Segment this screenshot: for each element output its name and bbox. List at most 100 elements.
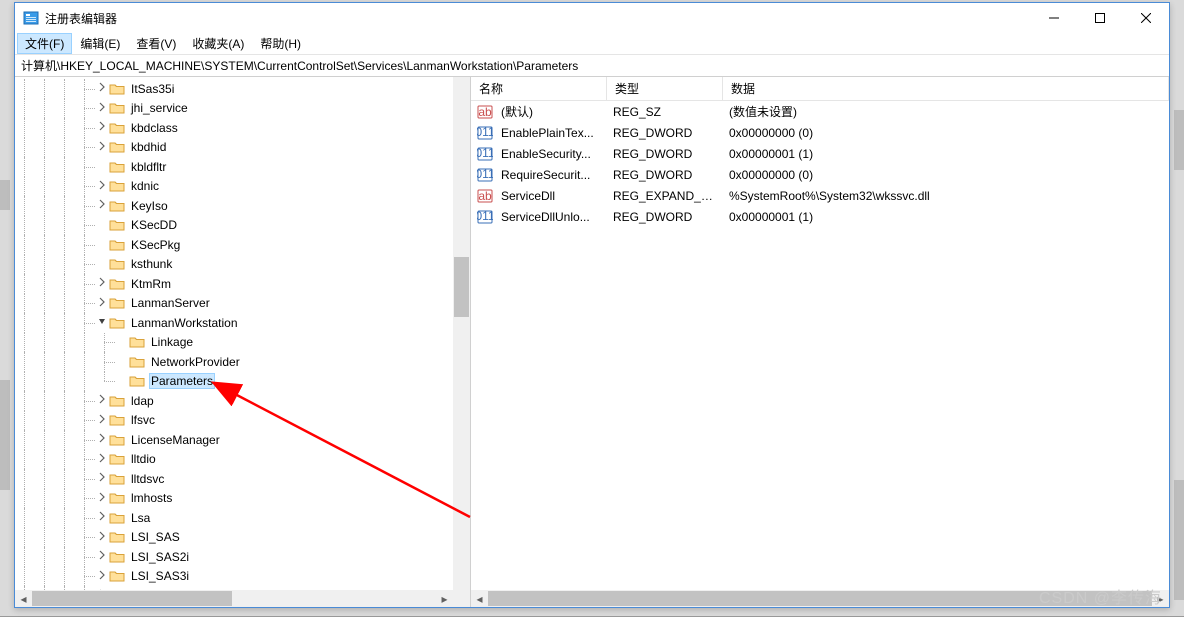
- tree-view[interactable]: ItSas35ijhi_servicekbdclasskbdhid kbldflt…: [15, 77, 470, 606]
- scroll-thumb[interactable]: [32, 591, 232, 606]
- tree-item-label: kbdhid: [129, 139, 168, 155]
- column-header-name[interactable]: 名称: [471, 77, 607, 100]
- svg-text:011: 011: [477, 209, 493, 223]
- expand-toggle[interactable]: [95, 102, 109, 115]
- value-name: (默认): [493, 103, 605, 120]
- address-bar[interactable]: 计算机\HKEY_LOCAL_MACHINE\SYSTEM\CurrentCon…: [15, 55, 1169, 77]
- value-row[interactable]: abServiceDllREG_EXPAND_SZ%SystemRoot%\Sy…: [471, 185, 1169, 206]
- folder-icon: [109, 530, 125, 544]
- expand-toggle[interactable]: [95, 180, 109, 193]
- tree-item-lmhosts[interactable]: lmhosts: [15, 489, 470, 509]
- tree-item-label: Lsa: [129, 510, 152, 526]
- folder-icon: [109, 101, 125, 115]
- binary-value-icon: 011: [477, 146, 493, 162]
- tree-item-kbdclass[interactable]: kbdclass: [15, 118, 470, 138]
- folder-icon: [109, 394, 125, 408]
- folder-icon: [109, 140, 125, 154]
- folder-icon: [109, 550, 125, 564]
- expand-toggle[interactable]: [95, 82, 109, 95]
- regedit-window: 注册表编辑器 文件(F) 编辑(E) 查看(V) 收藏夹(A) 帮助(H) 计算…: [14, 2, 1170, 608]
- expand-toggle[interactable]: [95, 414, 109, 427]
- menu-favorites[interactable]: 收藏夹(A): [184, 33, 252, 54]
- value-name: RequireSecurit...: [493, 168, 605, 182]
- tree-item-kbdhid[interactable]: kbdhid: [15, 138, 470, 158]
- scroll-left-icon[interactable]: ◂: [15, 590, 32, 607]
- expand-toggle[interactable]: [95, 433, 109, 446]
- folder-icon: [129, 335, 145, 349]
- menu-help[interactable]: 帮助(H): [252, 33, 309, 54]
- tree-item-linkage[interactable]: Linkage: [15, 333, 470, 353]
- tree-item-lsi_sas[interactable]: LSI_SAS: [15, 528, 470, 548]
- tree-item-ksecpkg[interactable]: KSecPkg: [15, 235, 470, 255]
- tree-item-lfsvc[interactable]: lfsvc: [15, 411, 470, 431]
- column-header-data[interactable]: 数据: [723, 77, 1169, 100]
- folder-icon: [109, 238, 125, 252]
- tree-item-ktmrm[interactable]: KtmRm: [15, 274, 470, 294]
- expand-toggle[interactable]: [95, 511, 109, 524]
- list-hscrollbar[interactable]: ◂ ▸: [471, 590, 1169, 607]
- tree-item-label: lfsvc: [129, 412, 157, 428]
- tree-item-label: LSI_SAS: [129, 529, 182, 545]
- tree-item-lltdsvc[interactable]: lltdsvc: [15, 469, 470, 489]
- folder-icon: [109, 452, 125, 466]
- tree-item-licensemanager[interactable]: LicenseManager: [15, 430, 470, 450]
- tree-item-label: LanmanServer: [129, 295, 212, 311]
- value-row[interactable]: ab(默认)REG_SZ(数值未设置): [471, 101, 1169, 122]
- tree-vscrollbar[interactable]: [453, 77, 470, 607]
- expand-toggle[interactable]: [95, 492, 109, 505]
- menu-file[interactable]: 文件(F): [17, 33, 72, 54]
- scroll-left-icon[interactable]: ◂: [471, 590, 488, 607]
- tree-item-lanmanserver[interactable]: LanmanServer: [15, 294, 470, 314]
- expand-toggle[interactable]: [95, 121, 109, 134]
- scroll-right-icon[interactable]: ▸: [1152, 590, 1169, 607]
- tree-item-label: kdnic: [129, 178, 161, 194]
- value-row[interactable]: 011EnablePlainTex...REG_DWORD0x00000000 …: [471, 122, 1169, 143]
- list-body[interactable]: ab(默认)REG_SZ(数值未设置)011EnablePlainTex...R…: [471, 101, 1169, 590]
- value-row[interactable]: 011EnableSecurity...REG_DWORD0x00000001 …: [471, 143, 1169, 164]
- expand-toggle[interactable]: [95, 316, 109, 329]
- scroll-thumb[interactable]: [488, 591, 1152, 606]
- scroll-right-icon[interactable]: ▸: [436, 590, 453, 607]
- column-header-type[interactable]: 类型: [607, 77, 723, 100]
- tree-item-ldap[interactable]: ldap: [15, 391, 470, 411]
- folder-icon: [129, 355, 145, 369]
- expand-toggle[interactable]: [95, 277, 109, 290]
- tree-item-kdnic[interactable]: kdnic: [15, 177, 470, 197]
- value-row[interactable]: 011RequireSecurit...REG_DWORD0x00000000 …: [471, 164, 1169, 185]
- menu-view[interactable]: 查看(V): [128, 33, 184, 54]
- tree-item-lltdio[interactable]: lltdio: [15, 450, 470, 470]
- expand-toggle[interactable]: [95, 453, 109, 466]
- expand-toggle[interactable]: [95, 394, 109, 407]
- title-bar[interactable]: 注册表编辑器: [15, 3, 1169, 33]
- expand-toggle[interactable]: [95, 297, 109, 310]
- tree-item-itsas35i[interactable]: ItSas35i: [15, 79, 470, 99]
- tree-item-lanmanworkstation[interactable]: LanmanWorkstation: [15, 313, 470, 333]
- tree-item-lsi_sas2i[interactable]: LSI_SAS2i: [15, 547, 470, 567]
- expand-toggle[interactable]: [95, 141, 109, 154]
- expand-toggle[interactable]: [95, 531, 109, 544]
- tree-item-parameters[interactable]: Parameters: [15, 372, 470, 392]
- folder-icon: [109, 413, 125, 427]
- expand-toggle[interactable]: [95, 570, 109, 583]
- minimize-button[interactable]: [1031, 3, 1077, 33]
- binary-value-icon: 011: [477, 125, 493, 141]
- expand-toggle[interactable]: [95, 550, 109, 563]
- tree-hscrollbar[interactable]: ◂ ▸: [15, 590, 453, 607]
- tree-item-label: Parameters: [149, 373, 215, 389]
- expand-toggle[interactable]: [95, 472, 109, 485]
- maximize-button[interactable]: [1077, 3, 1123, 33]
- value-row[interactable]: 011ServiceDllUnlo...REG_DWORD0x00000001 …: [471, 206, 1169, 227]
- tree-item-lsi_sas3i[interactable]: LSI_SAS3i: [15, 567, 470, 587]
- close-button[interactable]: [1123, 3, 1169, 33]
- tree-item-ksecdd[interactable]: KSecDD: [15, 216, 470, 236]
- tree-item-kbldfltr[interactable]: kbldfltr: [15, 157, 470, 177]
- menu-edit[interactable]: 编辑(E): [72, 33, 128, 54]
- tree-item-label: LSI_SAS3i: [129, 568, 191, 584]
- tree-item-ksthunk[interactable]: ksthunk: [15, 255, 470, 275]
- expand-toggle[interactable]: [95, 199, 109, 212]
- tree-item-keyiso[interactable]: KeyIso: [15, 196, 470, 216]
- tree-item-jhi_service[interactable]: jhi_service: [15, 99, 470, 119]
- tree-item-lsa[interactable]: Lsa: [15, 508, 470, 528]
- tree-item-networkprovider[interactable]: NetworkProvider: [15, 352, 470, 372]
- scroll-thumb[interactable]: [454, 257, 469, 317]
